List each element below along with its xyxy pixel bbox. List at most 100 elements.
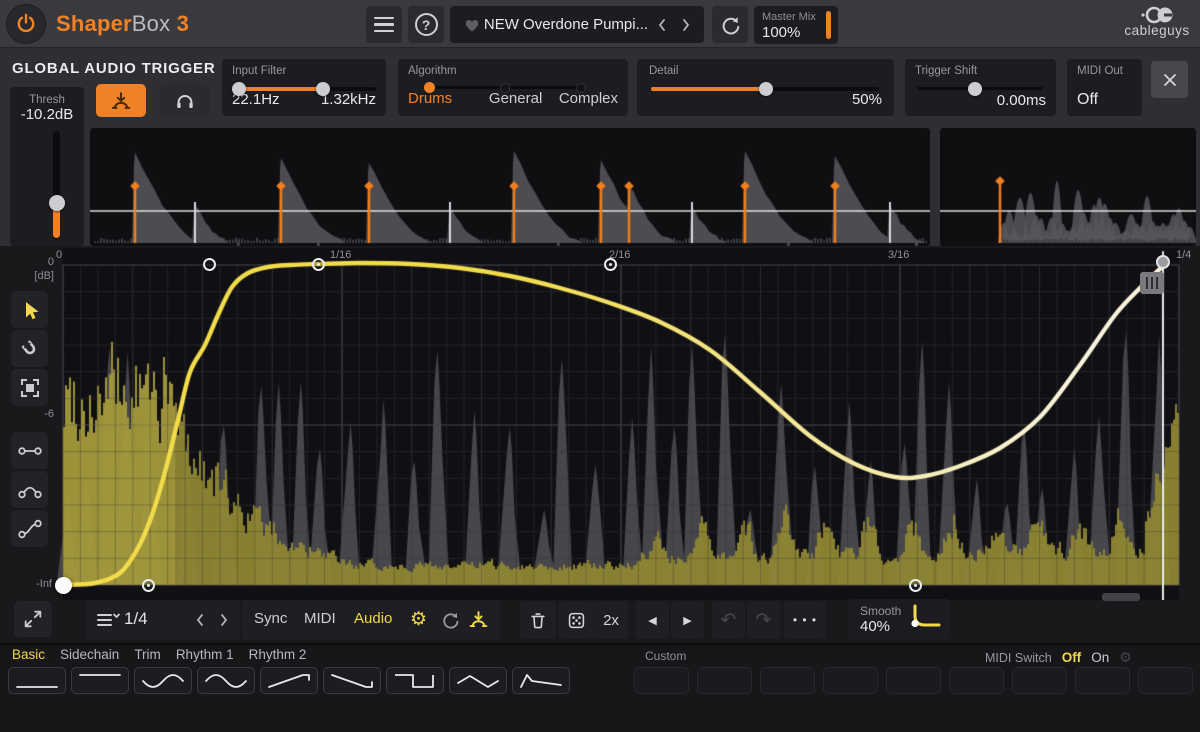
- wave-preset-pluck[interactable]: [512, 667, 570, 694]
- curve-node-start[interactable]: [55, 577, 72, 594]
- curve-node[interactable]: [142, 579, 155, 592]
- mode-midi[interactable]: MIDI: [304, 610, 336, 627]
- s-curve-tool-button[interactable]: [11, 510, 48, 547]
- shift-right-button[interactable]: ▶: [671, 601, 704, 639]
- close-icon: [1161, 71, 1179, 89]
- master-mix-control[interactable]: Master Mix 100%: [754, 6, 838, 44]
- mode-sync[interactable]: Sync: [254, 610, 287, 627]
- input-filter-high-handle[interactable]: [316, 82, 330, 96]
- algorithm-dot-complex[interactable]: [576, 83, 586, 93]
- preset-reload-button[interactable]: [712, 6, 748, 43]
- select-tool-button[interactable]: [11, 369, 48, 406]
- shift-left-button[interactable]: ◀: [636, 601, 669, 639]
- wave-preset-flat-low[interactable]: [8, 667, 66, 694]
- tab-rhythm-2[interactable]: Rhythm 2: [249, 647, 307, 662]
- master-mix-slider[interactable]: [826, 11, 831, 39]
- custom-slot[interactable]: [1138, 667, 1193, 694]
- input-filter-low-handle[interactable]: [232, 82, 246, 96]
- curve-node[interactable]: [909, 579, 922, 592]
- wave-preset-square[interactable]: [386, 667, 444, 694]
- undo-button[interactable]: ↶: [712, 601, 745, 639]
- threshold-label: Thresh: [10, 94, 84, 106]
- draw-tool-button[interactable]: [11, 291, 48, 328]
- preset-selector[interactable]: NEW Overdone Pumpi...: [450, 6, 704, 43]
- threshold-slider-handle[interactable]: [49, 195, 65, 211]
- loop-end-handle[interactable]: [1156, 255, 1170, 269]
- wave-preset-sine-up[interactable]: [197, 667, 255, 694]
- algorithm-dot-drums[interactable]: [424, 82, 435, 93]
- algorithm-dot-general[interactable]: [500, 83, 510, 93]
- randomize-button[interactable]: [558, 601, 594, 639]
- audio-trigger-enable-button[interactable]: [96, 84, 146, 117]
- help-button[interactable]: ?: [408, 6, 444, 43]
- db-axis-unit: [dB]: [24, 270, 54, 282]
- expand-editor-button[interactable]: [14, 601, 52, 637]
- midi-out-panel[interactable]: MIDI Out Off: [1067, 59, 1142, 116]
- timeline-1-16: 1/16: [330, 249, 351, 261]
- custom-slot[interactable]: [1075, 667, 1130, 694]
- curve-tool-button[interactable]: [11, 471, 48, 508]
- curve-node[interactable]: [312, 258, 325, 271]
- midi-switch-off[interactable]: Off: [1062, 650, 1082, 665]
- trigger-monitor-button[interactable]: [160, 84, 210, 117]
- custom-slot[interactable]: [760, 667, 815, 694]
- lfo-editor-canvas[interactable]: [0, 248, 1200, 600]
- rate-prev-button[interactable]: [188, 608, 212, 632]
- snap-tool-button[interactable]: [11, 330, 48, 367]
- algorithm-option-complex[interactable]: Complex: [559, 90, 618, 107]
- wave-preset-triangle[interactable]: [449, 667, 507, 694]
- custom-slot[interactable]: [1012, 667, 1067, 694]
- timeline-1-4: 1/4: [1176, 249, 1191, 261]
- editor-resize-grip[interactable]: [1102, 593, 1140, 601]
- custom-slot[interactable]: [634, 667, 689, 694]
- algorithm-label: Algorithm: [408, 65, 618, 77]
- db-axis-min: -Inf: [16, 578, 52, 590]
- custom-slot[interactable]: [823, 667, 878, 694]
- wave-preset-sine-down[interactable]: [134, 667, 192, 694]
- smooth-control[interactable]: Smooth 40%: [848, 599, 950, 640]
- preset-name: NEW Overdone Pumpi...: [482, 16, 650, 33]
- trigger-icon: [110, 90, 132, 112]
- favorite-heart-icon[interactable]: [462, 15, 482, 35]
- midi-switch-settings-icon[interactable]: ⚙: [1119, 649, 1132, 666]
- more-options-button[interactable]: • • •: [784, 601, 826, 639]
- tab-sidechain[interactable]: Sidechain: [60, 647, 119, 662]
- app-logo: ShaperBox 3: [56, 11, 189, 37]
- midi-switch-on[interactable]: On: [1091, 650, 1109, 665]
- preset-prev-button[interactable]: [650, 13, 674, 37]
- custom-slot[interactable]: [949, 667, 1004, 694]
- double-wave-button[interactable]: 2x: [594, 601, 628, 639]
- rate-next-button[interactable]: [212, 608, 236, 632]
- algorithm-option-drums[interactable]: Drums: [408, 90, 489, 107]
- rate-value[interactable]: 1/4: [124, 609, 148, 629]
- retrigger-loop-icon[interactable]: [440, 610, 460, 630]
- wave-preset-flat-high[interactable]: [71, 667, 129, 694]
- trigger-mode-icon[interactable]: [468, 609, 489, 630]
- tab-rhythm-1[interactable]: Rhythm 1: [176, 647, 234, 662]
- close-trigger-panel-button[interactable]: [1151, 61, 1188, 98]
- tab-basic[interactable]: Basic: [12, 647, 45, 662]
- preset-next-button[interactable]: [674, 13, 698, 37]
- line-tool-button[interactable]: [11, 432, 48, 469]
- detail-handle[interactable]: [759, 82, 773, 96]
- audio-settings-gear-icon[interactable]: ⚙: [410, 608, 427, 631]
- timeline-3-16: 3/16: [888, 249, 909, 261]
- power-button[interactable]: [6, 4, 46, 44]
- rate-list-icon[interactable]: [96, 611, 120, 629]
- wave-preset-saw-up[interactable]: [260, 667, 318, 694]
- playhead-grip[interactable]: [1140, 272, 1164, 294]
- custom-slot[interactable]: [697, 667, 752, 694]
- redo-button[interactable]: ↷: [747, 601, 780, 639]
- curve-node[interactable]: [604, 258, 617, 271]
- algorithm-option-general[interactable]: General: [489, 90, 559, 107]
- reload-icon: [719, 14, 741, 36]
- menu-button[interactable]: [366, 6, 402, 43]
- wave-preset-saw-down[interactable]: [323, 667, 381, 694]
- mode-audio[interactable]: Audio: [354, 610, 392, 627]
- custom-slot[interactable]: [886, 667, 941, 694]
- trigger-shift-handle[interactable]: [968, 82, 982, 96]
- trash-icon: [529, 611, 547, 630]
- delete-wave-button[interactable]: [520, 601, 556, 639]
- tab-trim[interactable]: Trim: [134, 647, 161, 662]
- curve-node[interactable]: [203, 258, 216, 271]
